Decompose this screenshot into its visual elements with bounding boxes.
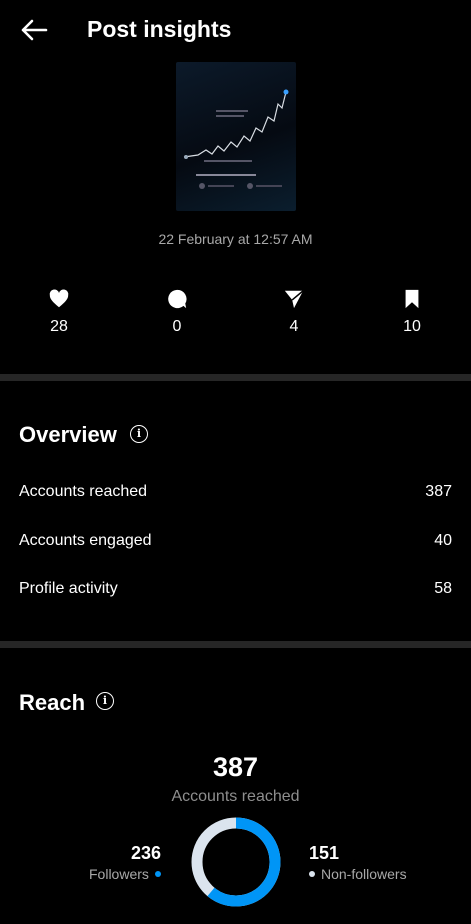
reach-total: 387 [212,752,259,782]
section-divider [0,374,471,381]
reach-title: Reach [19,690,86,715]
reach-donut-chart [190,816,282,908]
post-date: 22 February at 12:57 AM [158,231,313,247]
row-label: Profile activity [19,580,118,597]
overview-row-accounts-reached[interactable]: Accounts reached 387 [19,483,452,501]
heart-icon [49,289,69,308]
followers-dot [154,871,161,877]
shares-stat: 4 [264,288,324,336]
shares-count: 4 [289,318,299,335]
comments-stat: 0 [147,288,207,336]
overview-title: Overview [19,422,117,447]
page-title: Post insights [87,16,232,42]
reach-total-label: Accounts reached [171,788,300,805]
post-thumbnail[interactable] [176,62,296,211]
overview-row-accounts-engaged[interactable]: Accounts engaged 40 [19,532,452,550]
non-followers-label: Non-followers [321,866,407,882]
row-label: Accounts engaged [19,532,152,549]
back-arrow-icon[interactable] [18,14,50,46]
overview-info-icon[interactable]: i [130,425,148,443]
row-label: Accounts reached [19,483,148,500]
engagement-stats: 28 0 4 10 [0,288,471,348]
row-value: 387 [425,483,452,500]
likes-stat: 28 [29,288,89,336]
row-value: 58 [434,580,452,597]
reach-info-icon[interactable]: i [96,692,114,710]
comment-icon [168,289,187,309]
non-followers-legend: Non-followers [309,866,407,882]
saves-stat: 10 [382,288,442,336]
followers-legend: Followers [89,866,161,882]
bookmark-icon [405,289,419,309]
top-bar: Post insights [0,0,471,56]
followers-label: Followers [89,866,149,882]
non-followers-dot [309,871,315,877]
overview-row-profile-activity[interactable]: Profile activity 58 [19,580,452,598]
non-followers-count: 151 [309,843,340,863]
section-divider [0,641,471,648]
comments-count: 0 [172,318,182,335]
followers-count: 236 [131,843,162,863]
row-value: 40 [434,532,452,549]
likes-count: 28 [50,318,68,335]
saves-count: 10 [403,318,421,335]
share-icon [284,290,304,309]
